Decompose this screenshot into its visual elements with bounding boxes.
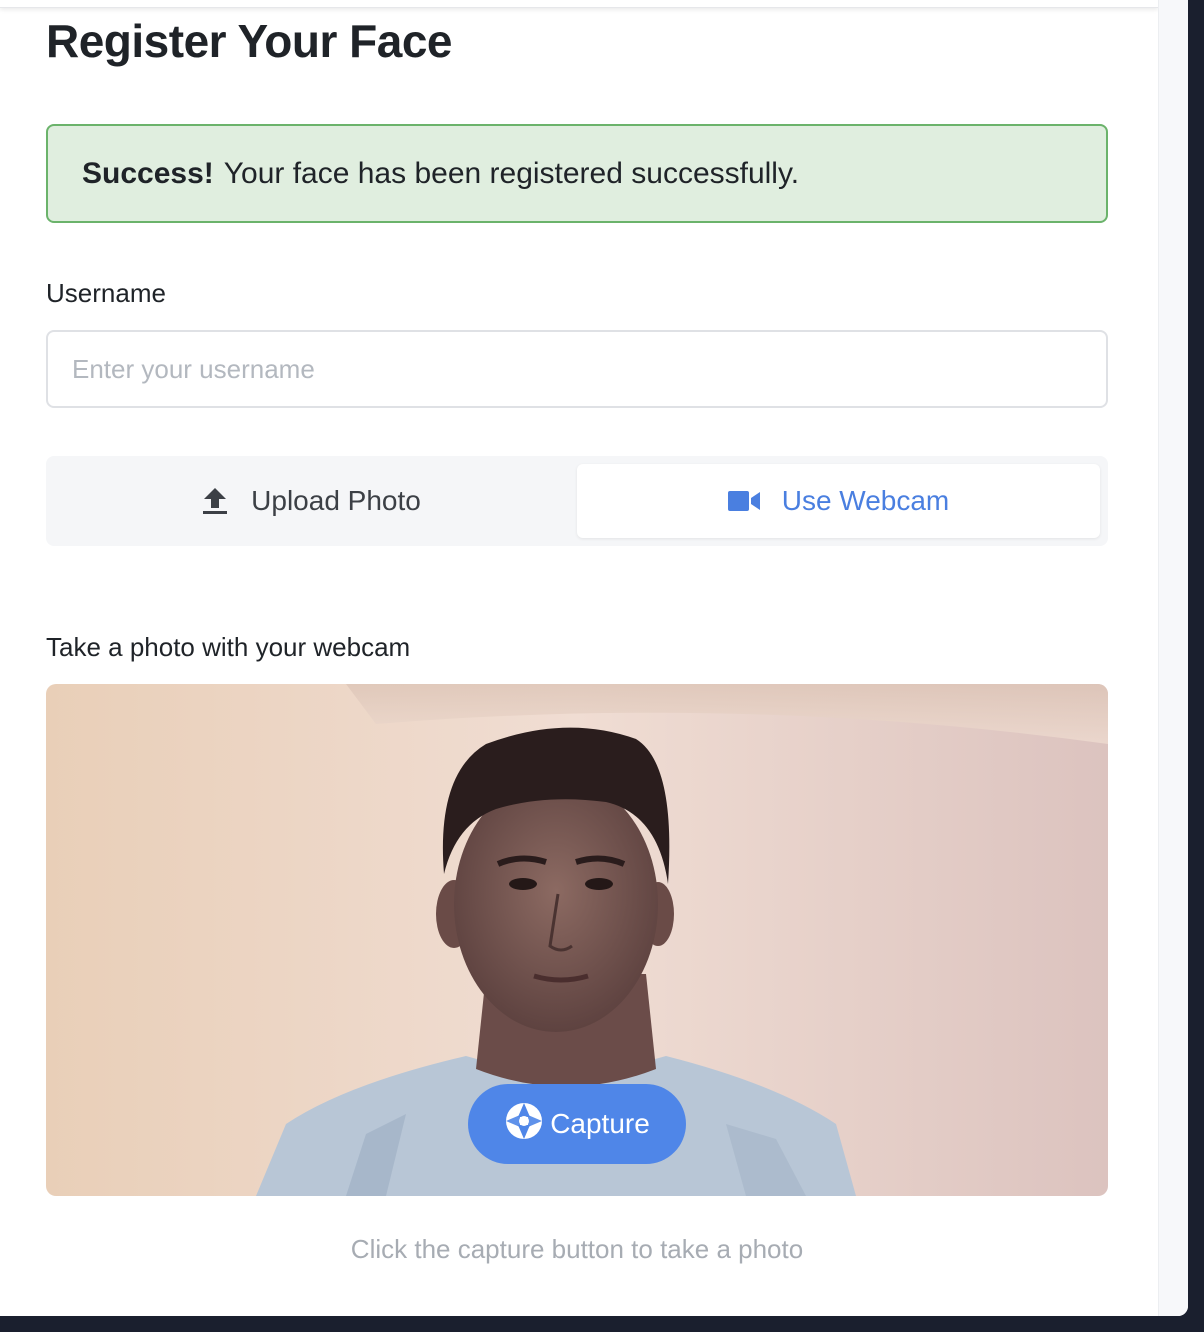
alert-message: Your face has been registered successful… [223, 156, 800, 190]
capture-label: Capture [550, 1108, 650, 1139]
tab-use-webcam[interactable]: Use Webcam [577, 464, 1100, 538]
scrollbar-track[interactable] [1158, 0, 1188, 1316]
tab-webcam-label: Use Webcam [781, 485, 950, 516]
webcam-label: Take a photo with your webcam [46, 632, 411, 662]
mode-tabs: Upload Photo Use Webcam [46, 456, 1108, 546]
capture-hint: Click the capture button to take a photo [350, 1234, 804, 1264]
tab-upload-photo[interactable]: Upload Photo [50, 464, 572, 538]
username-input[interactable] [46, 330, 1108, 408]
username-label: Username [46, 278, 166, 308]
page-title: Register Your Face [46, 15, 453, 67]
alert-strong: Success! [82, 156, 214, 190]
video-camera-icon [727, 490, 760, 512]
camera-aperture-icon [504, 1101, 544, 1148]
capture-button[interactable]: Capture [468, 1084, 686, 1164]
upload-icon [201, 486, 229, 516]
tab-upload-label: Upload Photo [251, 485, 421, 516]
top-bar [0, 0, 1158, 8]
success-alert: Success! Your face has been registered s… [46, 124, 1108, 223]
registration-card: Register Your Face Success! Your face ha… [0, 0, 1188, 1316]
